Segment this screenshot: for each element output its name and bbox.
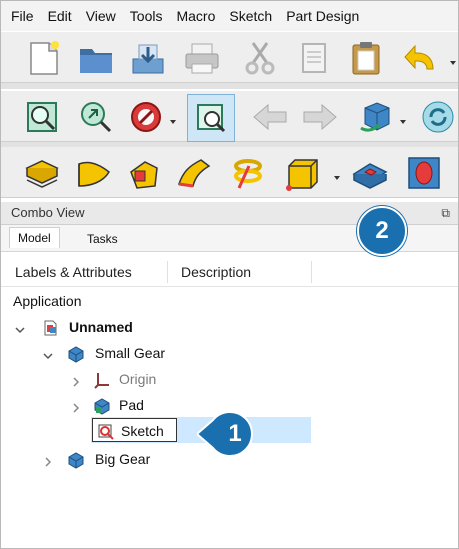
chevron-down-icon[interactable] — [15, 322, 25, 334]
chevron-right-icon[interactable] — [71, 400, 81, 413]
additive-box-button[interactable] — [283, 154, 321, 192]
chevron-down-icon[interactable] — [169, 113, 177, 124]
view-toolbar — [1, 91, 458, 142]
additive-pipe-button[interactable] — [175, 154, 213, 192]
tab-model[interactable]: Model — [9, 227, 60, 248]
menu-view[interactable]: View — [79, 1, 123, 31]
hole-button[interactable] — [405, 154, 443, 192]
callout-marker-1: 1 — [197, 412, 261, 456]
menu-file[interactable]: File — [1, 1, 41, 31]
scissors-icon — [245, 42, 275, 75]
loft-icon — [130, 161, 158, 189]
print-icon — [185, 43, 219, 74]
column-divider[interactable] — [167, 261, 168, 283]
tree-item-origin[interactable]: Origin — [1, 368, 458, 392]
undo-button[interactable] — [403, 39, 441, 77]
revolution-button[interactable] — [75, 154, 113, 192]
pipe-icon — [178, 159, 211, 188]
column-divider[interactable] — [311, 261, 312, 283]
tab-tasks[interactable]: Tasks — [79, 229, 126, 249]
fit-selection-button[interactable] — [77, 98, 115, 136]
open-file-button[interactable] — [77, 39, 115, 77]
sync-view-button[interactable] — [419, 98, 457, 136]
standard-views-button[interactable] — [357, 98, 395, 136]
big-gear-label: Big Gear — [95, 451, 151, 467]
new-file-icon — [30, 41, 59, 75]
open-folder-icon — [80, 49, 112, 73]
body-icon — [67, 345, 85, 363]
sketch-label: Sketch — [121, 423, 164, 439]
freecad-window: File Edit View Tools Macro Sketch Part D… — [0, 0, 459, 549]
helix-icon — [234, 159, 262, 189]
revolution-icon — [78, 161, 110, 187]
sketch-icon — [97, 423, 115, 441]
document-label: Unnamed — [69, 319, 133, 335]
no-entry-icon — [131, 102, 161, 132]
undo-arrow-icon — [404, 44, 434, 70]
menu-macro[interactable]: Macro — [169, 1, 222, 31]
zoom-selection-icon — [81, 102, 112, 133]
paste-clipboard-icon — [352, 42, 380, 75]
print-button[interactable] — [183, 39, 221, 77]
additive-helix-button[interactable] — [229, 154, 267, 192]
pad-icon — [25, 160, 59, 188]
undock-icon[interactable]: ⧉ — [441, 206, 450, 221]
pocket-icon — [352, 163, 388, 189]
labels-column-header[interactable]: Labels & Attributes — [15, 264, 132, 280]
chevron-down-icon[interactable] — [43, 348, 53, 360]
document-icon — [41, 319, 59, 337]
chevron-right-icon[interactable] — [71, 374, 81, 387]
forward-button[interactable] — [301, 98, 339, 136]
toolbar-separator — [1, 83, 458, 89]
arrow-right-icon — [303, 103, 337, 131]
menu-edit[interactable]: Edit — [41, 1, 79, 31]
tree-column-header: Labels & Attributes Description — [1, 258, 458, 287]
back-button[interactable] — [251, 98, 289, 136]
chevron-right-icon[interactable] — [43, 454, 53, 467]
new-file-button[interactable] — [25, 39, 63, 77]
callout-number-1: 1 — [228, 420, 242, 447]
draw-style-button[interactable] — [127, 98, 165, 136]
callout-marker-2: 2 — [357, 206, 407, 256]
menu-bar: File Edit View Tools Macro Sketch Part D… — [1, 1, 458, 31]
chevron-down-icon[interactable] — [333, 169, 341, 180]
pad-feature-button[interactable] — [23, 154, 61, 192]
menu-tools[interactable]: Tools — [123, 1, 170, 31]
tree-item-small-gear[interactable]: Small Gear — [1, 342, 458, 366]
paste-button[interactable] — [347, 39, 385, 77]
pad-icon — [93, 397, 111, 415]
body-icon — [67, 451, 85, 469]
tree-item-unnamed[interactable]: Unnamed — [1, 316, 458, 340]
description-column-header[interactable]: Description — [181, 264, 251, 280]
pocket-button[interactable] — [351, 154, 389, 192]
tree-section-application: Application — [1, 290, 458, 314]
additive-cube-icon — [286, 159, 318, 191]
save-icon — [132, 44, 164, 74]
chevron-down-icon[interactable] — [449, 54, 457, 65]
additive-loft-button[interactable] — [125, 154, 163, 192]
part-design-toolbar — [1, 147, 458, 198]
menu-sketch[interactable]: Sketch — [222, 1, 279, 31]
cube-view-icon — [360, 102, 390, 132]
application-label: Application — [13, 293, 82, 309]
refresh-icon — [422, 101, 454, 133]
save-button[interactable] — [129, 39, 167, 77]
file-toolbar — [1, 32, 458, 83]
small-gear-label: Small Gear — [95, 345, 166, 361]
origin-label: Origin — [119, 371, 157, 387]
chevron-down-icon[interactable] — [399, 113, 407, 124]
copy-icon — [302, 43, 326, 73]
bounding-box-button[interactable] — [187, 94, 235, 142]
pad-label: Pad — [119, 397, 144, 413]
cut-button[interactable] — [241, 39, 279, 77]
origin-axes-icon — [93, 371, 111, 389]
bounding-box-icon — [197, 104, 226, 133]
copy-button[interactable] — [295, 39, 333, 77]
menu-part-design[interactable]: Part Design — [279, 1, 366, 31]
hole-icon — [408, 157, 440, 189]
arrow-left-icon — [253, 103, 287, 131]
zoom-fit-all-icon — [27, 102, 57, 132]
combo-view-title: Combo View — [11, 205, 85, 220]
fit-all-button[interactable] — [23, 98, 61, 136]
